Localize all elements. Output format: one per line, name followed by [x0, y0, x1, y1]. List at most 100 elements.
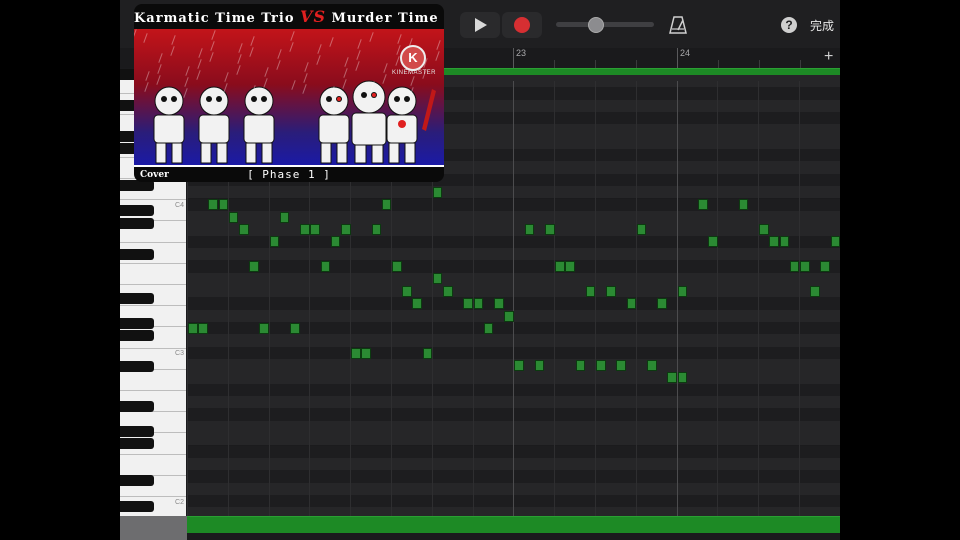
- midi-note[interactable]: [738, 199, 749, 211]
- bar-number: 23: [516, 48, 527, 58]
- midi-note[interactable]: [565, 261, 576, 273]
- midi-note[interactable]: [494, 298, 504, 310]
- white-key[interactable]: [120, 454, 186, 476]
- black-key[interactable]: [120, 501, 154, 512]
- metronome-icon[interactable]: [668, 15, 688, 35]
- midi-note[interactable]: [239, 224, 249, 236]
- midi-note[interactable]: [310, 224, 321, 236]
- midi-note[interactable]: [341, 224, 351, 236]
- black-key[interactable]: [120, 293, 154, 304]
- midi-note[interactable]: [351, 347, 361, 359]
- help-button[interactable]: ?: [781, 17, 797, 33]
- midi-note[interactable]: [198, 322, 208, 334]
- bar-line: [677, 48, 678, 68]
- midi-note[interactable]: [290, 322, 300, 334]
- midi-note[interactable]: [371, 224, 382, 236]
- midi-note[interactable]: [504, 310, 514, 322]
- midi-note[interactable]: [402, 285, 412, 297]
- key-label-c2: C2: [175, 499, 184, 506]
- midi-note[interactable]: [361, 347, 372, 359]
- midi-note[interactable]: [381, 199, 392, 211]
- midi-note[interactable]: [636, 224, 647, 236]
- midi-note[interactable]: [269, 236, 280, 248]
- midi-note[interactable]: [249, 261, 259, 273]
- black-key[interactable]: [120, 475, 154, 486]
- overlay-title: Karmatic Time Trio VS Murder Time Trio: [134, 7, 444, 26]
- midi-note[interactable]: [708, 236, 718, 248]
- white-key[interactable]: [120, 369, 186, 391]
- done-button[interactable]: 完成: [810, 17, 834, 34]
- midi-note[interactable]: [575, 359, 586, 371]
- midi-note[interactable]: [647, 359, 657, 371]
- midi-note[interactable]: [596, 359, 606, 371]
- black-key[interactable]: [120, 318, 154, 329]
- midi-note[interactable]: [432, 273, 443, 285]
- keyboard-footer: [120, 516, 187, 540]
- midi-note[interactable]: [208, 199, 219, 211]
- midi-note[interactable]: [626, 298, 637, 310]
- midi-note[interactable]: [514, 359, 525, 371]
- tempo-slider-knob[interactable]: [588, 17, 604, 33]
- midi-note[interactable]: [820, 261, 831, 273]
- midi-note[interactable]: [534, 359, 545, 371]
- midi-note[interactable]: [657, 298, 667, 310]
- midi-note[interactable]: [555, 261, 565, 273]
- midi-note[interactable]: [789, 261, 800, 273]
- record-icon: [514, 17, 530, 33]
- midi-note[interactable]: [830, 236, 840, 248]
- black-key[interactable]: [120, 426, 154, 437]
- midi-note[interactable]: [779, 236, 790, 248]
- midi-note[interactable]: [300, 224, 310, 236]
- play-button[interactable]: [460, 12, 500, 38]
- midi-note[interactable]: [443, 285, 453, 297]
- add-button[interactable]: +: [824, 48, 833, 66]
- title-left: Karmatic Time Trio: [134, 11, 295, 26]
- midi-note[interactable]: [259, 322, 270, 334]
- midi-note[interactable]: [606, 285, 616, 297]
- ruler-tick: [800, 60, 801, 68]
- midi-note[interactable]: [279, 211, 290, 223]
- record-button[interactable]: [502, 12, 542, 38]
- midi-note[interactable]: [759, 224, 769, 236]
- midi-note[interactable]: [218, 199, 229, 211]
- tempo-slider-track[interactable]: [556, 22, 654, 27]
- midi-note[interactable]: [412, 298, 423, 310]
- midi-note[interactable]: [228, 211, 239, 223]
- midi-note[interactable]: [585, 285, 596, 297]
- midi-note[interactable]: [483, 322, 494, 334]
- black-key[interactable]: [120, 249, 154, 260]
- black-key[interactable]: [120, 205, 154, 216]
- midi-note[interactable]: [524, 224, 535, 236]
- midi-note[interactable]: [545, 224, 555, 236]
- black-key[interactable]: [120, 330, 154, 341]
- midi-region-bar-bottom[interactable]: [187, 516, 840, 533]
- midi-note[interactable]: [392, 261, 402, 273]
- midi-note[interactable]: [320, 261, 331, 273]
- midi-note[interactable]: [432, 187, 443, 198]
- black-key[interactable]: [120, 218, 154, 229]
- midi-note[interactable]: [188, 322, 198, 334]
- midi-note[interactable]: [800, 261, 810, 273]
- midi-note[interactable]: [667, 372, 678, 384]
- beat-line: [595, 81, 596, 516]
- white-key[interactable]: [120, 263, 186, 285]
- midi-note[interactable]: [698, 199, 708, 211]
- black-key[interactable]: [120, 438, 154, 449]
- midi-note[interactable]: [422, 347, 433, 359]
- black-key[interactable]: [120, 361, 154, 372]
- midi-note[interactable]: [330, 236, 341, 248]
- beat-line: [676, 81, 678, 516]
- midi-note[interactable]: [677, 285, 688, 297]
- midi-note[interactable]: [616, 359, 627, 371]
- midi-note[interactable]: [677, 372, 688, 384]
- midi-note[interactable]: [769, 236, 780, 248]
- beat-line: [513, 81, 515, 516]
- title-vs: VS: [300, 7, 326, 26]
- overlay-divider: [134, 165, 444, 167]
- title-right: Murder Time Trio: [331, 11, 444, 26]
- midi-note[interactable]: [810, 285, 820, 297]
- midi-note[interactable]: [463, 298, 474, 310]
- black-key[interactable]: [120, 401, 154, 412]
- midi-note[interactable]: [473, 298, 484, 310]
- overlay-artwork: K KINEMASTER: [134, 29, 444, 167]
